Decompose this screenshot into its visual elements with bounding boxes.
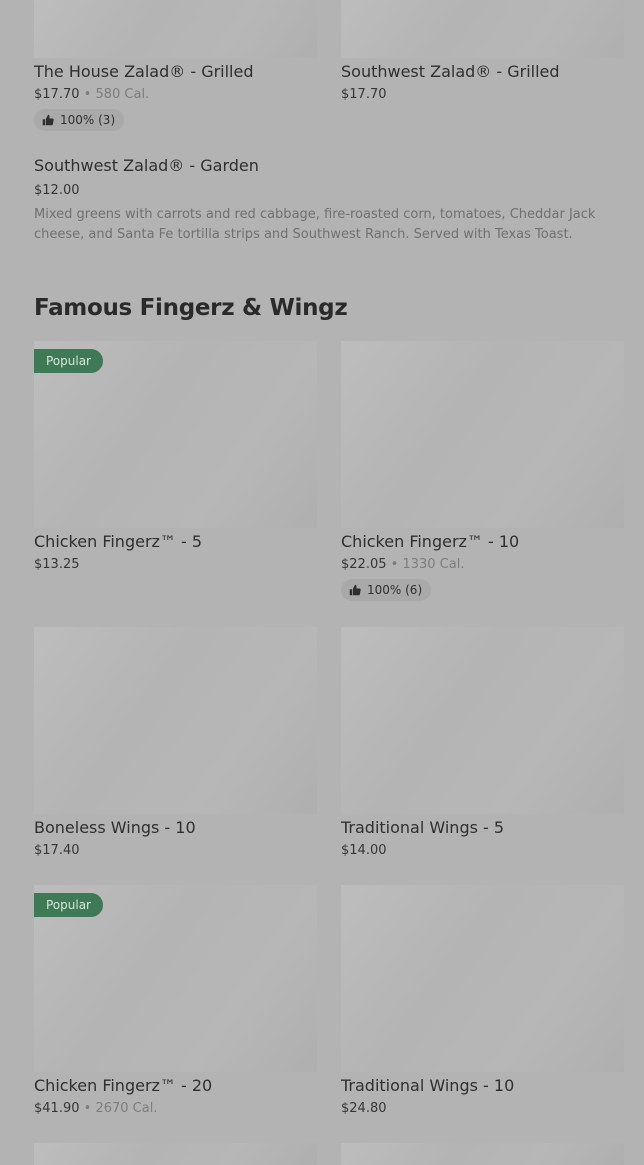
item-calories: 2670 Cal. bbox=[95, 1101, 158, 1116]
item-price: $14.00 bbox=[341, 843, 387, 858]
rating-text: 100% (6) bbox=[367, 583, 423, 597]
item-title[interactable]: The House Zalad® - Grilled bbox=[34, 62, 254, 82]
item-calories: 580 Cal. bbox=[95, 87, 150, 102]
separator: • bbox=[83, 87, 92, 102]
item-image[interactable] bbox=[341, 0, 624, 58]
item-title[interactable]: Boneless Wings - 10 bbox=[34, 818, 196, 838]
item-price: $22.05 bbox=[341, 557, 387, 572]
thumbs-up-icon bbox=[42, 114, 54, 126]
rating-badge: 100% (3) bbox=[34, 109, 125, 131]
item-price: $17.70 bbox=[341, 87, 387, 102]
item-description: Mixed greens with carrots and red cabbag… bbox=[34, 207, 596, 242]
thumbs-up-icon bbox=[349, 584, 361, 596]
item-image[interactable] bbox=[341, 1143, 624, 1165]
item-image[interactable] bbox=[34, 1143, 317, 1165]
popular-badge: Popular bbox=[34, 349, 103, 373]
item-title[interactable]: Southwest Zalad® - Grilled bbox=[341, 62, 560, 82]
item-price: $41.90 bbox=[34, 1101, 80, 1116]
item-meta: $41.90 • 2670 Cal. bbox=[34, 1101, 157, 1117]
section-title: Famous Fingerz & Wingz bbox=[34, 295, 348, 321]
item-title[interactable]: Chicken Fingerz™ - 20 bbox=[34, 1076, 212, 1096]
item-title[interactable]: Traditional Wings - 5 bbox=[341, 818, 504, 838]
item-image[interactable] bbox=[34, 627, 317, 814]
item-image[interactable] bbox=[34, 0, 317, 58]
item-title[interactable]: Traditional Wings - 10 bbox=[341, 1076, 514, 1096]
rating-badge: 100% (6) bbox=[341, 579, 432, 601]
item-image[interactable] bbox=[341, 885, 624, 1072]
popular-badge: Popular bbox=[34, 893, 103, 917]
rating-text: 100% (3) bbox=[60, 113, 116, 127]
item-price: $13.25 bbox=[34, 557, 80, 572]
item-meta: $17.70 • 580 Cal. bbox=[34, 87, 149, 103]
item-image[interactable] bbox=[341, 627, 624, 814]
separator: • bbox=[390, 557, 399, 572]
item-price: $12.00 bbox=[34, 183, 80, 198]
item-calories: 1330 Cal. bbox=[402, 557, 465, 572]
item-price: $17.40 bbox=[34, 843, 80, 858]
item-price: $24.80 bbox=[341, 1101, 387, 1116]
separator: • bbox=[83, 1101, 92, 1116]
item-title[interactable]: Chicken Fingerz™ - 5 bbox=[34, 532, 202, 552]
item-meta: $22.05 • 1330 Cal. bbox=[341, 557, 464, 573]
item-title[interactable]: Southwest Zalad® - Garden bbox=[34, 156, 259, 176]
item-price: $17.70 bbox=[34, 87, 80, 102]
item-image[interactable] bbox=[341, 341, 624, 528]
item-title[interactable]: Chicken Fingerz™ - 10 bbox=[341, 532, 519, 552]
